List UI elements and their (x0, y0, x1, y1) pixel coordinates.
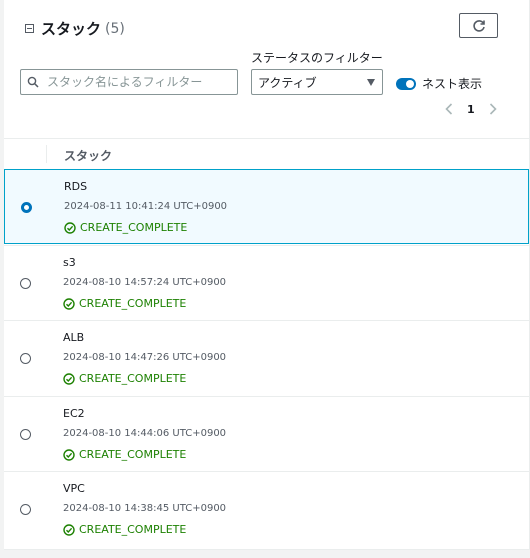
nested-view-label: ネスト表示 (422, 77, 483, 91)
search-box[interactable] (20, 69, 238, 95)
stack-count: (5) (105, 20, 125, 37)
status-filter-label: ステータスのフィルター (251, 51, 383, 65)
table-row[interactable]: s3 2024-08-10 14:57:24 UTC+0900 CREATE_C… (4, 245, 529, 320)
table-row[interactable]: EC2 2024-08-10 14:44:06 UTC+0900 CREATE_… (4, 396, 529, 471)
row-radio[interactable] (21, 202, 32, 213)
search-icon (27, 76, 39, 88)
stack-name[interactable]: s3 (63, 256, 76, 269)
row-radio[interactable] (20, 278, 31, 289)
stack-status: CREATE_COMPLETE (63, 372, 186, 385)
stack-timestamp: 2024-08-10 14:47:26 UTC+0900 (63, 352, 227, 363)
chevron-right-icon[interactable] (486, 102, 500, 116)
title-group[interactable]: スタック (5) (25, 18, 125, 39)
row-radio[interactable] (20, 429, 31, 440)
check-circle-icon (64, 221, 76, 234)
table-header: スタック (4, 138, 529, 169)
check-circle-icon (63, 297, 75, 310)
stack-name[interactable]: ALB (63, 331, 84, 344)
status-text: CREATE_COMPLETE (79, 297, 187, 310)
stack-name[interactable]: VPC (63, 482, 85, 495)
chevron-left-icon[interactable] (442, 102, 456, 116)
status-filter-select[interactable]: アクティブ (251, 69, 383, 95)
refresh-icon (472, 19, 485, 32)
status-filter-value: アクティブ (258, 75, 317, 90)
stack-timestamp: 2024-08-10 14:57:24 UTC+0900 (63, 277, 227, 288)
panel-header: スタック (5) ステータスのフィルター アクティブ ネスト表示 (4, 0, 529, 138)
nested-view-toggle[interactable] (396, 77, 416, 90)
column-divider (46, 145, 47, 163)
status-text: CREATE_COMPLETE (80, 221, 188, 234)
status-text: CREATE_COMPLETE (79, 372, 187, 385)
check-circle-icon (63, 523, 75, 536)
status-text: CREATE_COMPLETE (79, 523, 187, 536)
column-title-stack: スタック (64, 149, 113, 163)
stack-timestamp: 2024-08-11 10:41:24 UTC+0900 (64, 201, 228, 212)
refresh-button[interactable] (459, 13, 498, 38)
stack-status: CREATE_COMPLETE (63, 523, 186, 536)
table-row[interactable]: RDS 2024-08-11 10:41:24 UTC+0900 CREATE_… (4, 169, 529, 244)
caret-down-icon (367, 79, 375, 86)
table-row[interactable]: VPC 2024-08-10 14:38:45 UTC+0900 CREATE_… (4, 471, 529, 546)
search-input[interactable] (45, 74, 229, 90)
table-row[interactable]: ALB 2024-08-10 14:47:26 UTC+0900 CREATE_… (4, 320, 529, 395)
nested-view-toggle-group[interactable]: ネスト表示 (396, 75, 482, 92)
stacks-panel: スタック (5) ステータスのフィルター アクティブ ネスト表示 (4, 0, 530, 550)
current-page[interactable]: 1 (467, 103, 475, 116)
check-circle-icon (63, 372, 75, 385)
check-circle-icon (63, 448, 75, 461)
stack-name[interactable]: RDS (64, 180, 87, 193)
stack-status: CREATE_COMPLETE (64, 221, 187, 234)
panel-title: スタック (41, 20, 102, 38)
stack-status: CREATE_COMPLETE (63, 448, 186, 461)
stack-timestamp: 2024-08-10 14:44:06 UTC+0900 (63, 428, 227, 439)
row-radio[interactable] (20, 504, 31, 515)
stack-timestamp: 2024-08-10 14:38:45 UTC+0900 (63, 503, 227, 514)
stack-status: CREATE_COMPLETE (63, 297, 186, 310)
collapse-icon[interactable] (25, 24, 34, 33)
pagination: 1 (442, 102, 500, 116)
status-text: CREATE_COMPLETE (79, 448, 187, 461)
stack-name[interactable]: EC2 (63, 407, 85, 420)
row-radio[interactable] (20, 353, 31, 364)
